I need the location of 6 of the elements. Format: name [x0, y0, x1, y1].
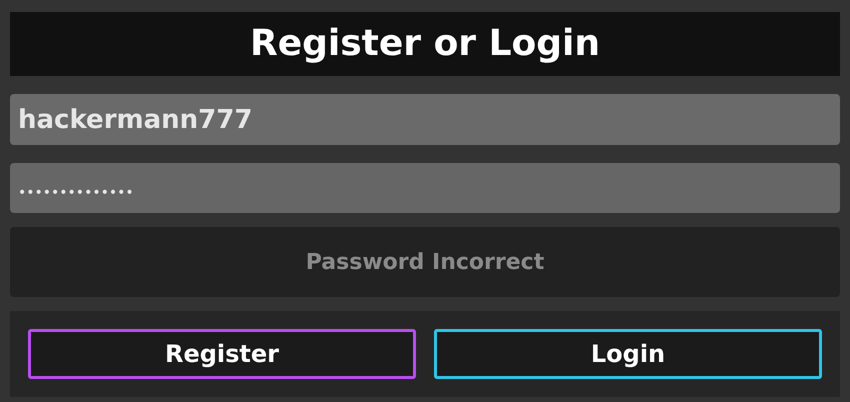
login-button[interactable]: Login	[434, 329, 822, 379]
error-message: Password Incorrect	[10, 227, 840, 297]
register-button[interactable]: Register	[28, 329, 416, 379]
username-field[interactable]: hackermann777	[10, 94, 840, 145]
page-title: Register or Login	[10, 12, 840, 76]
password-field[interactable]: ••••••••••••••	[10, 163, 840, 213]
